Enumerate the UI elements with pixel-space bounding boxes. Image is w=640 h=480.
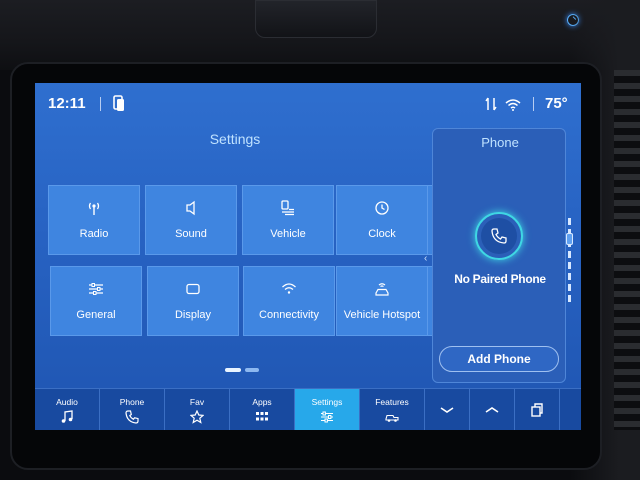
wifi-status-icon xyxy=(505,99,521,111)
copy-icon xyxy=(531,403,543,417)
nav-phone[interactable]: Phone xyxy=(100,389,165,430)
display-icon xyxy=(186,283,200,295)
nav-collapse-button[interactable] xyxy=(425,389,470,430)
wifi-icon xyxy=(282,283,296,294)
scroll-left-icon[interactable]: ‹ xyxy=(424,253,427,264)
vehicle-settings-icon xyxy=(281,200,294,216)
chevron-up-icon xyxy=(485,407,499,413)
settings-tile-general[interactable]: General xyxy=(50,266,142,336)
music-note-icon xyxy=(61,409,73,423)
clock-icon xyxy=(375,201,389,215)
phone-call-icon[interactable] xyxy=(475,212,523,260)
radio-icon xyxy=(88,202,100,215)
clock-time: 12:11 xyxy=(48,95,86,112)
sliders-icon xyxy=(89,283,103,295)
tile-label: Vehicle Hotspot xyxy=(343,309,421,321)
settings-tile-radio[interactable]: Radio xyxy=(48,185,140,255)
nav-apps[interactable]: Apps xyxy=(230,389,295,430)
settings-tile-sound[interactable]: Sound xyxy=(145,185,237,255)
infotainment-screen: 12:11 75° Settings Radio Sound Vehicle C… xyxy=(35,83,581,430)
tile-label: Connectivity xyxy=(259,309,319,321)
settings-sliders-icon xyxy=(321,411,333,422)
add-phone-button[interactable]: Add Phone xyxy=(439,346,559,372)
page-dot[interactable] xyxy=(225,368,241,372)
nav-label: Features xyxy=(375,396,409,407)
nav-label: Settings xyxy=(311,396,343,407)
phone-device-icon[interactable] xyxy=(113,95,125,112)
tile-label: Radio xyxy=(79,228,109,240)
settings-title: Settings xyxy=(209,131,261,147)
status-divider xyxy=(533,97,534,111)
settings-tile-connectivity[interactable]: Connectivity xyxy=(243,266,335,336)
status-bar: 12:11 75° xyxy=(35,83,581,125)
nav-label: Phone xyxy=(119,396,145,407)
tile-label: Display xyxy=(174,309,212,321)
phone-panel-title: Phone xyxy=(481,135,519,150)
nav-expand-button[interactable] xyxy=(470,389,515,430)
tile-label: Vehicle xyxy=(270,228,306,240)
settings-tile-display[interactable]: Display xyxy=(147,266,239,336)
settings-tile-vehicle-hotspot[interactable]: Vehicle Hotspot xyxy=(336,266,428,336)
hotspot-icon xyxy=(375,283,389,296)
apps-grid-icon xyxy=(256,411,268,420)
nav-label: Apps xyxy=(252,396,272,407)
overhead-module xyxy=(255,0,579,38)
bottom-navigation: Audio Phone Fav Apps Settings Features xyxy=(35,388,581,430)
tile-label: Clock xyxy=(368,228,396,240)
page-dot[interactable] xyxy=(245,368,259,372)
nav-features[interactable]: Features xyxy=(360,389,425,430)
tile-label: General xyxy=(76,309,116,321)
air-vent xyxy=(614,70,640,430)
phone-handset-icon xyxy=(491,228,507,244)
settings-tile-clock[interactable]: Clock xyxy=(336,185,428,255)
nav-audio[interactable]: Audio xyxy=(35,389,100,430)
nav-settings[interactable]: Settings xyxy=(295,389,360,430)
star-icon xyxy=(190,409,204,424)
truck-icon xyxy=(385,414,399,422)
phone-panel: Phone No Paired Phone Add Phone xyxy=(432,128,566,383)
no-paired-phone-text: No Paired Phone xyxy=(454,272,546,286)
outside-temperature: 75° xyxy=(545,95,568,112)
tile-label: Sound xyxy=(175,228,207,240)
nav-screens-button[interactable] xyxy=(515,389,560,430)
nav-fav[interactable]: Fav xyxy=(165,389,230,430)
nav-label: Audio xyxy=(56,396,78,407)
speaker-icon xyxy=(186,200,195,216)
side-scrollbar[interactable] xyxy=(568,218,571,303)
chevron-down-icon xyxy=(440,407,454,413)
status-divider xyxy=(100,97,101,111)
side-scrollbar-thumb[interactable] xyxy=(566,233,573,245)
phone-call-icon-inner xyxy=(481,218,517,254)
nav-label: Fav xyxy=(189,396,205,407)
settings-tile-vehicle[interactable]: Vehicle xyxy=(242,185,334,255)
phone-icon xyxy=(125,409,139,424)
data-transfer-icon xyxy=(485,97,497,111)
page-indicator xyxy=(225,368,259,372)
